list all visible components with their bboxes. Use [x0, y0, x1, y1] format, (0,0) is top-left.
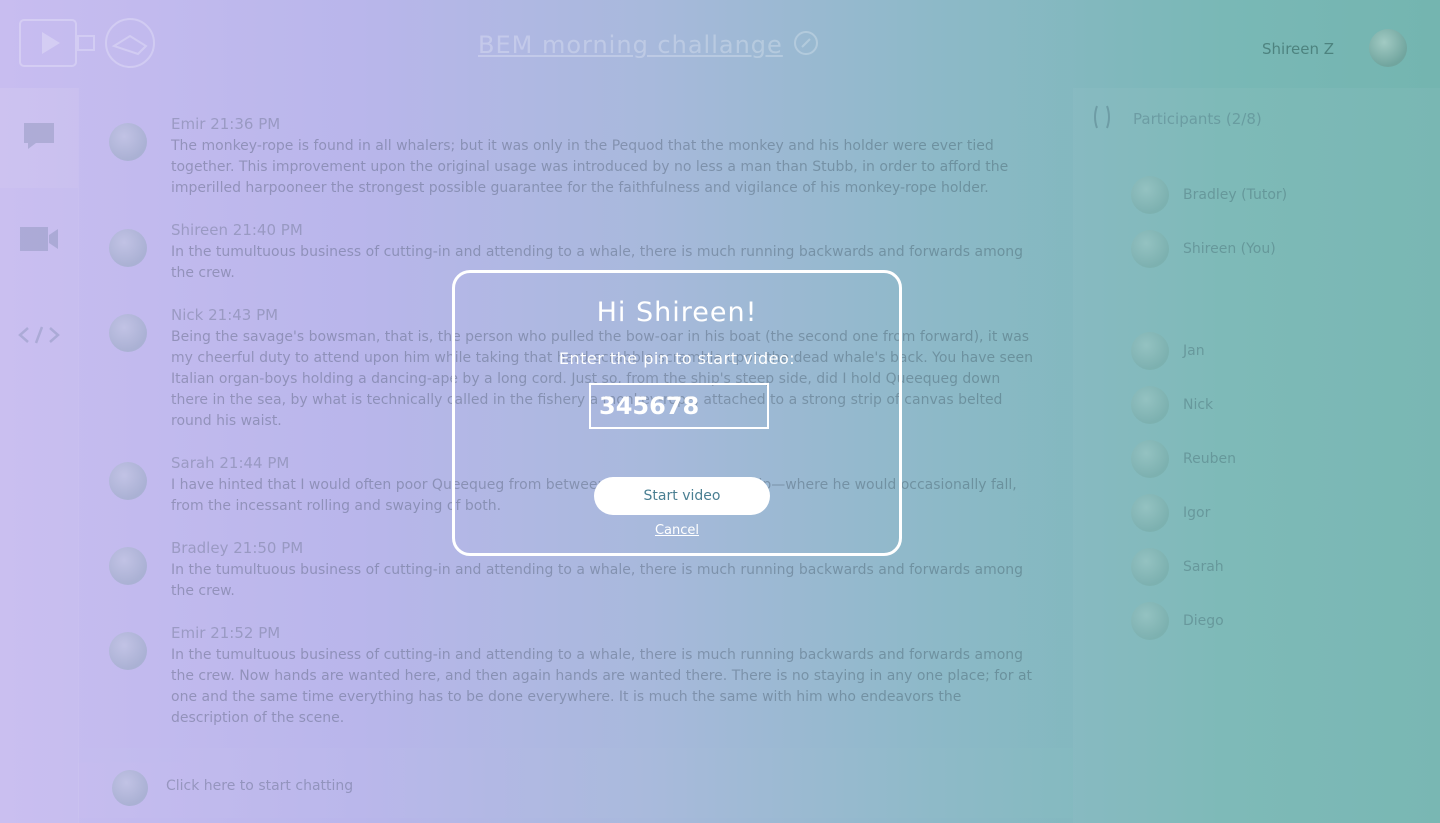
participant-item[interactable]: Sarah [1131, 540, 1287, 594]
participant-avatar [1131, 440, 1169, 478]
participant-avatar [1131, 494, 1169, 532]
participant-name: Nick [1183, 397, 1214, 413]
message-author: Shireen [171, 221, 228, 239]
message-time: 21:43 PM [208, 306, 279, 324]
participants-header: Participants (2/8) [1091, 104, 1262, 134]
participant-avatar [1131, 332, 1169, 370]
participant-item[interactable]: Nick [1131, 378, 1287, 432]
code-icon [18, 325, 60, 349]
message-author: Nick [171, 306, 204, 324]
participants-divider [1131, 276, 1287, 324]
participant-item[interactable]: Reuben [1131, 432, 1287, 486]
pin-input[interactable] [589, 383, 769, 429]
message-text: In the tumultuous business of cutting-in… [171, 562, 1024, 599]
chat-input-placeholder[interactable]: Click here to start chatting [166, 778, 353, 794]
participant-name: Jan [1183, 343, 1205, 359]
video-camera-icon [19, 225, 59, 257]
panel-toggle-icon[interactable] [1091, 104, 1113, 134]
pin-prompt: Enter the pin to start video: [558, 349, 796, 368]
message-meta: Emir 21:36 PM [171, 115, 1035, 133]
message-author: Bradley [171, 539, 229, 557]
participant-avatar [1131, 386, 1169, 424]
chat-message: Emir 21:52 PM In the tumultuous business… [105, 624, 1035, 729]
participant-avatar [1131, 602, 1169, 640]
message-meta: Emir 21:52 PM [171, 624, 1035, 642]
participant-item[interactable]: Shireen (You) [1131, 222, 1287, 276]
message-time: 21:50 PM [233, 539, 304, 557]
message-author: Emir [171, 624, 206, 642]
message-avatar [109, 462, 147, 500]
rail-video[interactable] [12, 214, 66, 268]
pencil-icon[interactable] [793, 30, 819, 60]
modal-greeting: Hi Shireen! [596, 297, 758, 328]
message-avatar [109, 314, 147, 352]
rail-chat[interactable] [0, 88, 78, 188]
chat-message: Emir 21:36 PM The monkey-rope is found i… [105, 115, 1035, 199]
session-title[interactable]: BEM morning challange [478, 31, 783, 59]
chat-composer[interactable]: Click here to start chatting [78, 748, 1073, 818]
chat-bubble-icon [22, 121, 56, 155]
user-name[interactable]: Shireen Z [1262, 40, 1334, 58]
left-rail [0, 88, 79, 823]
message-text: In the tumultuous business of cutting-in… [171, 647, 1033, 726]
message-avatar [109, 123, 147, 161]
participant-item[interactable]: Bradley (Tutor) [1131, 168, 1287, 222]
composer-avatar [112, 770, 148, 806]
participant-name: Reuben [1183, 451, 1236, 467]
participant-item[interactable]: Jan [1131, 324, 1287, 378]
message-author: Sarah [171, 454, 215, 472]
participants-list: Bradley (Tutor) Shireen (You) Jan Nick R… [1131, 168, 1287, 648]
participant-item[interactable]: Igor [1131, 486, 1287, 540]
cancel-link[interactable]: Cancel [455, 523, 899, 538]
app-root: BEM morning challange Shireen Z Emir 21: [0, 0, 1440, 823]
participant-item[interactable]: Diego [1131, 594, 1287, 648]
participant-avatar [1131, 230, 1169, 268]
participant-name: Bradley (Tutor) [1183, 187, 1288, 203]
start-video-button[interactable]: Start video [594, 477, 770, 515]
message-avatar [109, 632, 147, 670]
pin-modal: Hi Shireen! Enter the pin to start video… [452, 270, 902, 556]
session-title-area: BEM morning challange [478, 30, 819, 60]
message-avatar [109, 229, 147, 267]
participant-name: Diego [1183, 613, 1224, 629]
participants-panel: Participants (2/8) Bradley (Tutor) Shire… [1073, 88, 1440, 823]
participant-avatar [1131, 548, 1169, 586]
message-author: Emir [171, 115, 206, 133]
participants-count: Participants (2/8) [1133, 110, 1262, 128]
message-meta: Shireen 21:40 PM [171, 221, 1035, 239]
message-avatar [109, 547, 147, 585]
message-time: 21:40 PM [232, 221, 303, 239]
rail-code[interactable] [12, 310, 66, 364]
message-time: 21:36 PM [210, 115, 281, 133]
participant-name: Sarah [1183, 559, 1224, 575]
participant-name: Shireen (You) [1183, 241, 1276, 257]
message-time: 21:44 PM [219, 454, 290, 472]
app-logo [18, 18, 158, 70]
participant-name: Igor [1183, 505, 1211, 521]
user-avatar[interactable] [1369, 29, 1407, 67]
message-text: The monkey-rope is found in all whalers;… [171, 138, 1009, 196]
participant-avatar [1131, 176, 1169, 214]
message-time: 21:52 PM [210, 624, 281, 642]
